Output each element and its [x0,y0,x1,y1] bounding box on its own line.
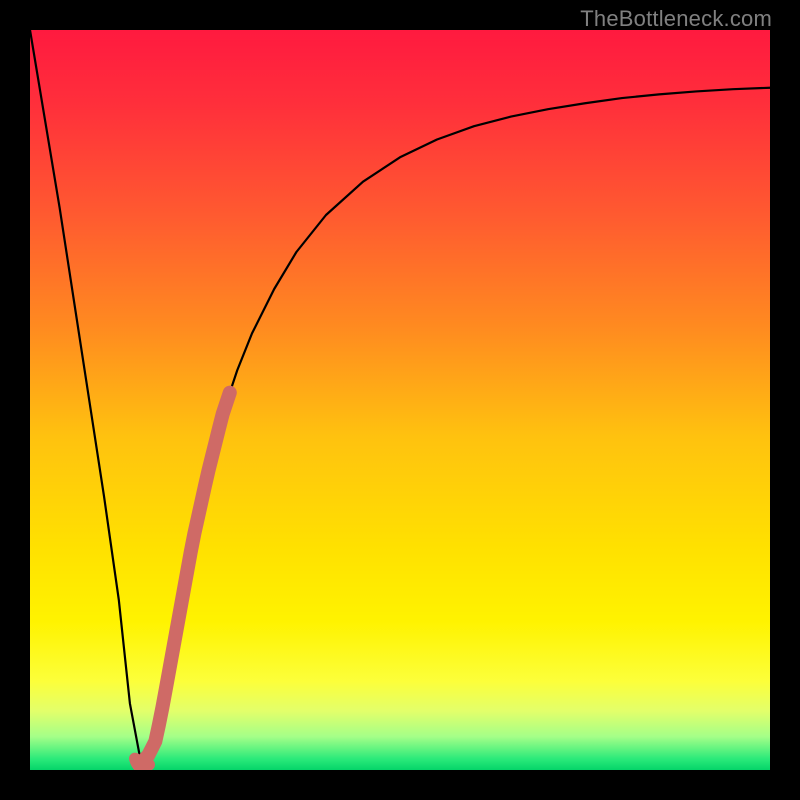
bottleneck-curve [30,30,770,770]
plot-area [30,30,770,770]
highlight-segment [145,393,230,759]
watermark-label: TheBottleneck.com [580,6,772,32]
chart-frame: TheBottleneck.com [0,0,800,800]
